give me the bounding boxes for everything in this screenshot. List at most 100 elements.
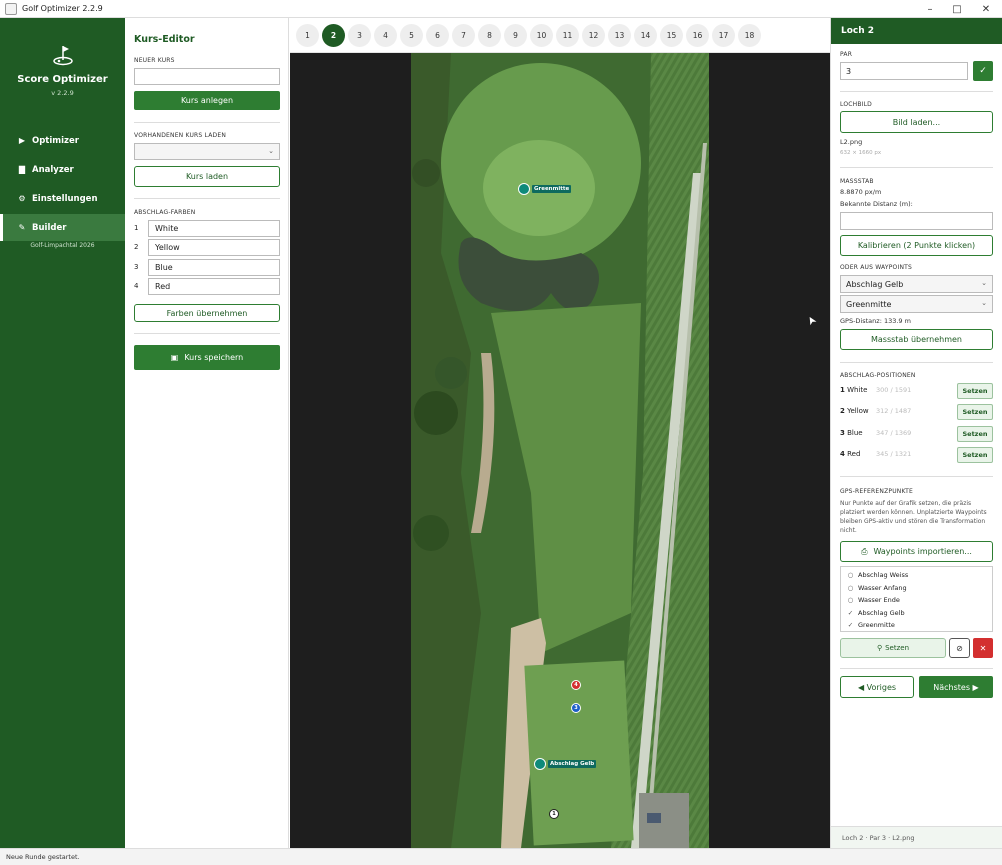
tee-color-input[interactable]: White bbox=[148, 220, 280, 237]
delete-waypoint-button[interactable]: ✕ bbox=[973, 638, 993, 658]
minimize-button[interactable]: – bbox=[918, 0, 942, 18]
save-course-label: Kurs speichern bbox=[184, 353, 244, 362]
sidebar: Score Optimizer v 2.2.9 ▶ Optimizer ▇ An… bbox=[0, 18, 125, 848]
known-distance-label: Bekannte Distanz (m): bbox=[840, 200, 913, 208]
app-version: v 2.2.9 bbox=[51, 89, 74, 97]
tee-position-coord: 345 / 1321 bbox=[876, 450, 912, 458]
clear-waypoint-button[interactable]: ⊘ bbox=[949, 638, 970, 658]
nav-item-analyzer[interactable]: ▇ Analyzer bbox=[0, 156, 125, 183]
chevron-down-icon: ⌄ bbox=[981, 299, 987, 307]
app-icon bbox=[5, 2, 17, 15]
tee-marker[interactable]: 3 bbox=[571, 703, 581, 713]
hole-tab-15[interactable]: 15 bbox=[660, 24, 683, 47]
hole-tab-4[interactable]: 4 bbox=[374, 24, 397, 47]
gps-reference-label: GPS-REFERENZPUNKTE bbox=[840, 488, 914, 495]
waypoint-marker-label: Abschlag Gelb bbox=[548, 760, 597, 768]
new-course-label: NEUER KURS bbox=[134, 57, 175, 64]
tee-color-row: 3 Blue bbox=[134, 259, 280, 276]
maximize-button[interactable]: □ bbox=[945, 0, 969, 18]
course-editor-panel: Kurs-Editor NEUER KURS Kurs anlegen VORH… bbox=[125, 18, 289, 848]
hole-tab-16[interactable]: 16 bbox=[686, 24, 709, 47]
hole-tab-11[interactable]: 11 bbox=[556, 24, 579, 47]
hole-aerial-image[interactable] bbox=[411, 53, 709, 848]
hole-tab-3[interactable]: 3 bbox=[348, 24, 371, 47]
waypoint-marker[interactable]: Greenmitte bbox=[518, 183, 572, 195]
next-hole-button[interactable]: Nächstes ▶ bbox=[919, 676, 993, 698]
hole-tab-12[interactable]: 12 bbox=[582, 24, 605, 47]
waypoint-from-select[interactable]: Abschlag Gelb ⌄ bbox=[840, 275, 993, 293]
scale-value: 8.8870 px/m bbox=[840, 188, 882, 196]
set-tee-button[interactable]: Setzen bbox=[957, 404, 993, 420]
hole-tab-1[interactable]: 1 bbox=[296, 24, 319, 47]
set-tee-button[interactable]: Setzen bbox=[957, 447, 993, 463]
tee-position-row: 4 Red 345 / 1321 Setzen bbox=[840, 447, 993, 463]
divider bbox=[134, 198, 280, 199]
play-icon: ▶ bbox=[18, 136, 26, 145]
hole-header: Loch 2 bbox=[831, 18, 1002, 44]
calibrate-button[interactable]: Kalibrieren (2 Punkte klicken) bbox=[840, 235, 993, 256]
set-tee-button[interactable]: Setzen bbox=[957, 383, 993, 399]
previous-hole-button[interactable]: ◀ Voriges bbox=[840, 676, 914, 698]
list-item[interactable]: ○ Abschlag Weiss bbox=[847, 571, 909, 579]
hole-tab-13[interactable]: 13 bbox=[608, 24, 631, 47]
apply-scale-button[interactable]: Massstab übernehmen bbox=[840, 329, 993, 350]
set-waypoint-button[interactable]: ⚲ Setzen bbox=[840, 638, 946, 658]
tee-position-row: 1 White 300 / 1591 Setzen bbox=[840, 383, 993, 399]
hole-tab-2[interactable]: 2 bbox=[322, 24, 345, 47]
hole-tab-5[interactable]: 5 bbox=[400, 24, 423, 47]
wrench-icon: ✎ bbox=[18, 223, 26, 232]
set-tee-button[interactable]: Setzen bbox=[957, 426, 993, 442]
load-image-button[interactable]: Bild laden... bbox=[840, 111, 993, 133]
nav-item-builder[interactable]: ✎ Builder bbox=[0, 214, 125, 241]
gps-distance: GPS-Distanz: 133.9 m bbox=[840, 317, 911, 325]
nav-item-einstellungen[interactable]: ⚙ Einstellungen bbox=[0, 185, 125, 212]
tee-color-number: 2 bbox=[134, 243, 139, 251]
create-course-button[interactable]: Kurs anlegen bbox=[134, 91, 280, 110]
hole-tab-8[interactable]: 8 bbox=[478, 24, 501, 47]
hole-tab-6[interactable]: 6 bbox=[426, 24, 449, 47]
list-item[interactable]: ○ Wasser Anfang bbox=[847, 584, 907, 592]
new-course-input[interactable] bbox=[134, 68, 280, 85]
tee-color-input[interactable]: Blue bbox=[148, 259, 280, 276]
hole-tab-18[interactable]: 18 bbox=[738, 24, 761, 47]
import-waypoints-button[interactable]: ⎙ Waypoints importieren... bbox=[840, 541, 993, 562]
hole-tab-17[interactable]: 17 bbox=[712, 24, 735, 47]
waypoints-source-label: ODER AUS WAYPOINTS bbox=[840, 264, 913, 271]
tee-marker[interactable]: 4 bbox=[571, 680, 581, 690]
hole-tab-9[interactable]: 9 bbox=[504, 24, 527, 47]
load-course-label: VORHANDENEN KURS LADEN bbox=[134, 132, 227, 139]
par-input[interactable]: 3 bbox=[840, 62, 968, 80]
close-window-button[interactable]: ✕ bbox=[974, 0, 998, 18]
apply-colors-button[interactable]: Farben übernehmen bbox=[134, 304, 280, 322]
waypoint-dot-icon bbox=[534, 758, 546, 770]
tee-color-input[interactable]: Yellow bbox=[148, 239, 280, 256]
list-item[interactable]: ✓ Abschlag Gelb bbox=[847, 609, 905, 617]
waypoint-marker[interactable]: Abschlag Gelb bbox=[534, 758, 597, 770]
tee-marker[interactable]: 1 bbox=[549, 809, 559, 819]
list-item[interactable]: ✓ Greenmitte bbox=[847, 621, 895, 629]
hole-tab-14[interactable]: 14 bbox=[634, 24, 657, 47]
set-waypoint-label: Setzen bbox=[885, 644, 910, 652]
divider bbox=[134, 122, 280, 123]
known-distance-input[interactable] bbox=[840, 212, 993, 230]
nav-item-optimizer[interactable]: ▶ Optimizer bbox=[0, 127, 125, 154]
waypoint-to-value: Greenmitte bbox=[846, 299, 892, 309]
divider bbox=[840, 476, 993, 477]
tee-color-input[interactable]: Red bbox=[148, 278, 280, 295]
par-confirm-button[interactable]: ✓ bbox=[973, 61, 993, 81]
load-course-button[interactable]: Kurs laden bbox=[134, 166, 280, 187]
hole-tab-7[interactable]: 7 bbox=[452, 24, 475, 47]
tee-position-row: 3 Blue 347 / 1369 Setzen bbox=[840, 426, 993, 442]
course-select[interactable]: ⌄ bbox=[134, 143, 280, 160]
nav-item-label: Optimizer bbox=[32, 135, 79, 146]
hole-tab-10[interactable]: 10 bbox=[530, 24, 553, 47]
map-canvas[interactable]: Greenmitte Abschlag Gelb 4 3 1 ➤ bbox=[290, 53, 830, 848]
hole-properties-panel: Loch 2 PAR 3 ✓ LOCHBILD Bild laden... L2… bbox=[830, 18, 1002, 848]
save-course-button[interactable]: ▣ Kurs speichern bbox=[134, 345, 280, 370]
waypoint-name: Wasser Anfang bbox=[858, 584, 907, 592]
waypoint-to-select[interactable]: Greenmitte ⌄ bbox=[840, 295, 993, 313]
par-value: 3 bbox=[846, 66, 852, 76]
waypoint-status-icon: ○ bbox=[847, 596, 854, 604]
active-course-name: Golf-Limpachtal 2026 bbox=[30, 242, 95, 249]
list-item[interactable]: ○ Wasser Ende bbox=[847, 596, 900, 604]
